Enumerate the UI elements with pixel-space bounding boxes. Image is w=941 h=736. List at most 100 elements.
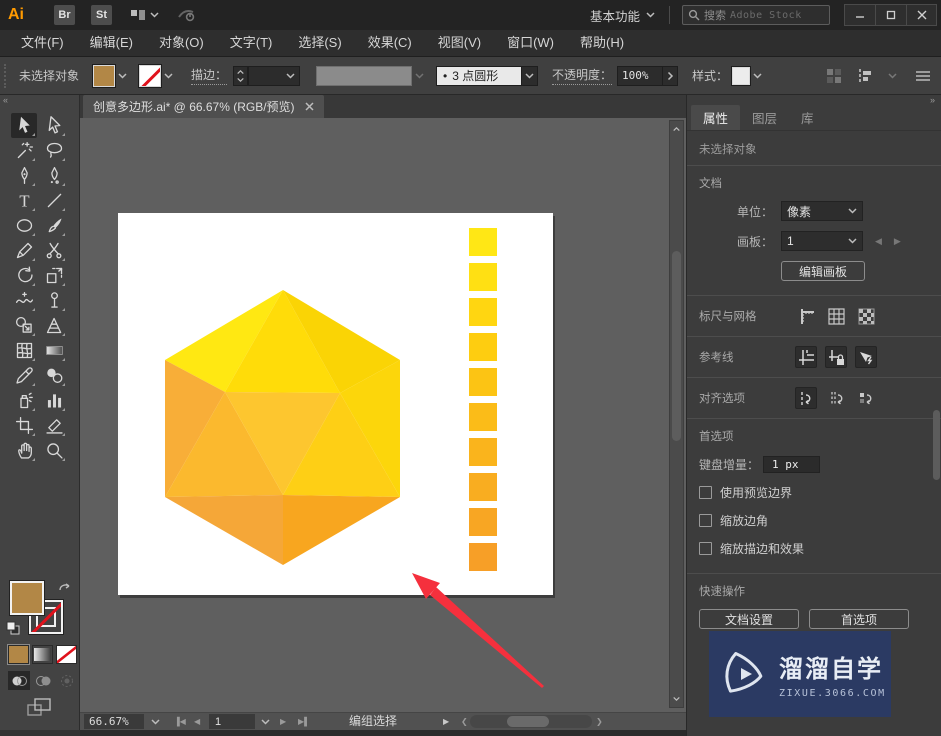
gradient-square-8[interactable] (469, 508, 497, 536)
gradient-square-2[interactable] (469, 298, 497, 326)
brush-definition-dropdown[interactable]: • 3 点圆形 (436, 65, 523, 86)
checkbox-2[interactable] (699, 542, 712, 555)
curvature-tool-icon[interactable] (41, 163, 67, 188)
menu-item-2[interactable]: 对象(O) (146, 30, 217, 56)
tab-properties[interactable]: 属性 (691, 105, 741, 130)
gradient-square-5[interactable] (469, 403, 497, 431)
stroke-color-swatch[interactable] (138, 63, 163, 88)
width-tool-icon[interactable] (11, 288, 37, 313)
paintbrush-tool-icon[interactable] (41, 213, 67, 238)
canvas[interactable] (80, 118, 686, 712)
blend-tool-icon[interactable] (41, 363, 67, 388)
magic-wand-tool-icon[interactable] (11, 138, 37, 163)
zoom-level-field[interactable]: 66.67% (84, 714, 144, 729)
pen-tool-icon[interactable] (11, 163, 37, 188)
zoom-dropdown[interactable] (146, 714, 164, 729)
style-dropdown[interactable] (750, 65, 764, 87)
column-graph-tool-icon[interactable] (41, 388, 67, 413)
show-guides-icon[interactable] (795, 346, 817, 368)
gradient-square-0[interactable] (469, 228, 497, 256)
hexagon-facet-8[interactable] (165, 495, 283, 565)
direct-selection-tool-icon[interactable] (41, 113, 67, 138)
menu-item-3[interactable]: 文字(T) (217, 30, 286, 56)
default-fill-stroke-icon[interactable] (6, 621, 20, 635)
opacity-value-field[interactable]: 100% (617, 65, 664, 86)
show-grid-icon[interactable] (825, 305, 847, 327)
show-rulers-icon[interactable] (795, 305, 817, 327)
gradient-square-7[interactable] (469, 473, 497, 501)
minimize-button[interactable] (844, 4, 875, 26)
puppet-warp-tool-icon[interactable] (41, 288, 67, 313)
tab-libraries[interactable]: 库 (789, 105, 826, 130)
scroll-right-icon[interactable]: ❯ (596, 714, 603, 729)
document-setup-icon[interactable] (826, 68, 842, 84)
stroke-panel-link[interactable]: 描边： (191, 66, 228, 85)
artboard-select[interactable]: 1 (781, 231, 863, 251)
close-tab-icon[interactable] (305, 102, 314, 111)
document-tab[interactable]: 创意多边形.ai* @ 66.67% (RGB/预览) (83, 95, 324, 118)
color-mode-button[interactable] (7, 644, 30, 665)
preferences-button[interactable]: 首选项 (809, 609, 909, 629)
horizontal-scrollbar[interactable] (470, 715, 592, 728)
maximize-button[interactable] (875, 4, 906, 26)
menu-item-1[interactable]: 编辑(E) (77, 30, 146, 56)
shape-builder-tool-icon[interactable] (11, 313, 37, 338)
ellipse-tool-icon[interactable] (11, 213, 37, 238)
vertical-scrollbar[interactable] (669, 120, 684, 708)
brush-chevron[interactable] (522, 65, 539, 86)
gradient-square-1[interactable] (469, 263, 497, 291)
opacity-panel-link[interactable]: 不透明度： (552, 66, 613, 85)
panel-scroll-thumb[interactable] (933, 410, 940, 480)
menu-item-5[interactable]: 效果(C) (355, 30, 425, 56)
fill-color-dropdown[interactable] (115, 65, 129, 87)
scroll-left-icon[interactable]: ❮ (461, 714, 468, 729)
touch-gesture-icon[interactable] (177, 7, 197, 23)
hexagon-facet-9[interactable] (283, 495, 400, 565)
stock-search-input[interactable]: 搜索 Adobe Stock (682, 5, 830, 25)
selection-tool-icon[interactable] (11, 113, 37, 138)
vertical-scroll-thumb[interactable] (672, 251, 681, 441)
stroke-weight-field[interactable] (248, 65, 301, 86)
document-setup-button[interactable]: 文档设置 (699, 609, 799, 629)
eyedropper-tool-icon[interactable] (11, 363, 37, 388)
snap-to-point-icon[interactable] (795, 387, 817, 409)
scroll-down-icon[interactable] (670, 692, 683, 706)
draw-normal-icon[interactable] (8, 671, 30, 690)
draw-behind-icon[interactable] (32, 671, 54, 690)
stock-icon[interactable]: St (91, 5, 112, 25)
artboard-tool-icon[interactable] (11, 413, 37, 438)
style-swatch[interactable] (731, 65, 752, 86)
transparency-grid-icon[interactable] (855, 305, 877, 327)
checkbox-0[interactable] (699, 486, 712, 499)
scroll-up-icon[interactable] (670, 122, 683, 136)
align-options-icon[interactable] (856, 68, 874, 84)
menu-item-0[interactable]: 文件(F) (8, 30, 77, 56)
type-tool-icon[interactable]: T (11, 188, 37, 213)
hand-tool-icon[interactable] (11, 438, 37, 463)
gradient-square-9[interactable] (469, 543, 497, 571)
opacity-expand-arrow[interactable] (663, 65, 679, 86)
symbol-sprayer-tool-icon[interactable] (11, 388, 37, 413)
snap-to-grid-icon[interactable] (825, 387, 847, 409)
fill-proxy-swatch[interactable] (9, 580, 45, 616)
menu-item-7[interactable]: 窗口(W) (494, 30, 567, 56)
perspective-grid-tool-icon[interactable] (41, 313, 67, 338)
swap-fill-stroke-icon[interactable] (57, 581, 73, 595)
control-panel-menu-icon[interactable] (915, 70, 931, 82)
close-button[interactable] (906, 4, 937, 26)
gradient-square-6[interactable] (469, 438, 497, 466)
edit-artboards-button[interactable]: 编辑画板 (781, 261, 865, 281)
smart-guides-icon[interactable] (855, 346, 877, 368)
checkbox-1[interactable] (699, 514, 712, 527)
menu-item-8[interactable]: 帮助(H) (567, 30, 637, 56)
snap-to-pixel-icon[interactable] (855, 387, 877, 409)
status-flyout-icon[interactable]: ▶ (443, 714, 449, 729)
fill-color-swatch[interactable] (92, 63, 117, 88)
none-mode-button[interactable] (56, 645, 77, 664)
horizontal-scroll-thumb[interactable] (507, 716, 549, 727)
keyboard-increment-input[interactable]: 1 px (763, 456, 821, 473)
collapse-dock-icon[interactable]: « (3, 95, 8, 105)
line-segment-tool-icon[interactable] (41, 188, 67, 213)
tab-layers[interactable]: 图层 (740, 105, 789, 130)
artboard[interactable] (118, 213, 553, 595)
